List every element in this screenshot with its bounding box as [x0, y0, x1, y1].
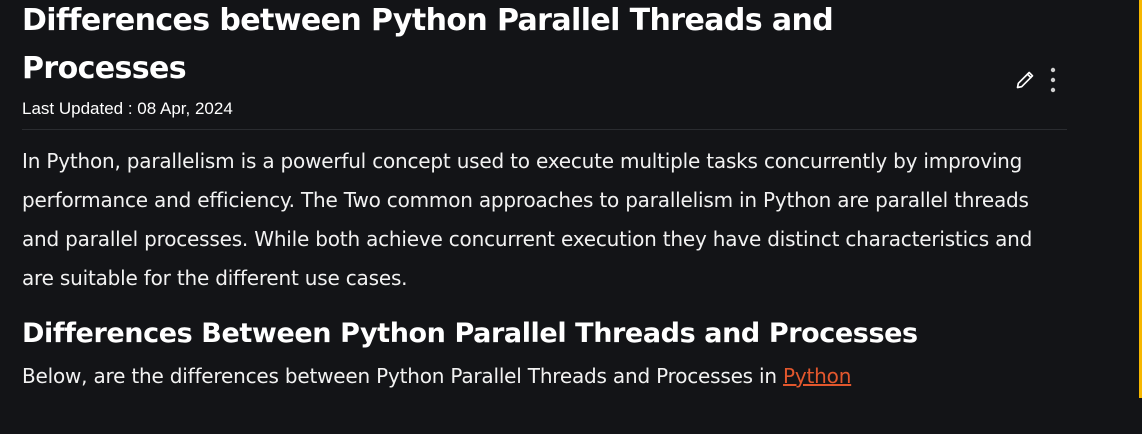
section-heading: Differences Between Python Parallel Thre…: [22, 318, 918, 349]
section-lead: Below, are the differences between Pytho…: [22, 358, 1067, 394]
more-options-button[interactable]: [1049, 67, 1057, 93]
kebab-menu-icon: [1050, 67, 1056, 93]
intro-paragraph: In Python, parallelism is a powerful con…: [22, 149, 1033, 290]
article-actions: [1015, 67, 1057, 93]
last-updated: Last Updated : 08 Apr, 2024: [22, 99, 233, 118]
pencil-icon: [1016, 71, 1034, 89]
section-lead-text: Below, are the differences between Pytho…: [22, 364, 784, 388]
article: Differences between Python Parallel Thre…: [22, 0, 1067, 394]
meta-row: Last Updated : 08 Apr, 2024: [22, 67, 1067, 125]
python-link[interactable]: Python: [783, 364, 851, 388]
edit-button[interactable]: [1015, 70, 1035, 90]
divider: [22, 129, 1067, 130]
article-title: Differences between Python Parallel Thre…: [22, 3, 834, 86]
